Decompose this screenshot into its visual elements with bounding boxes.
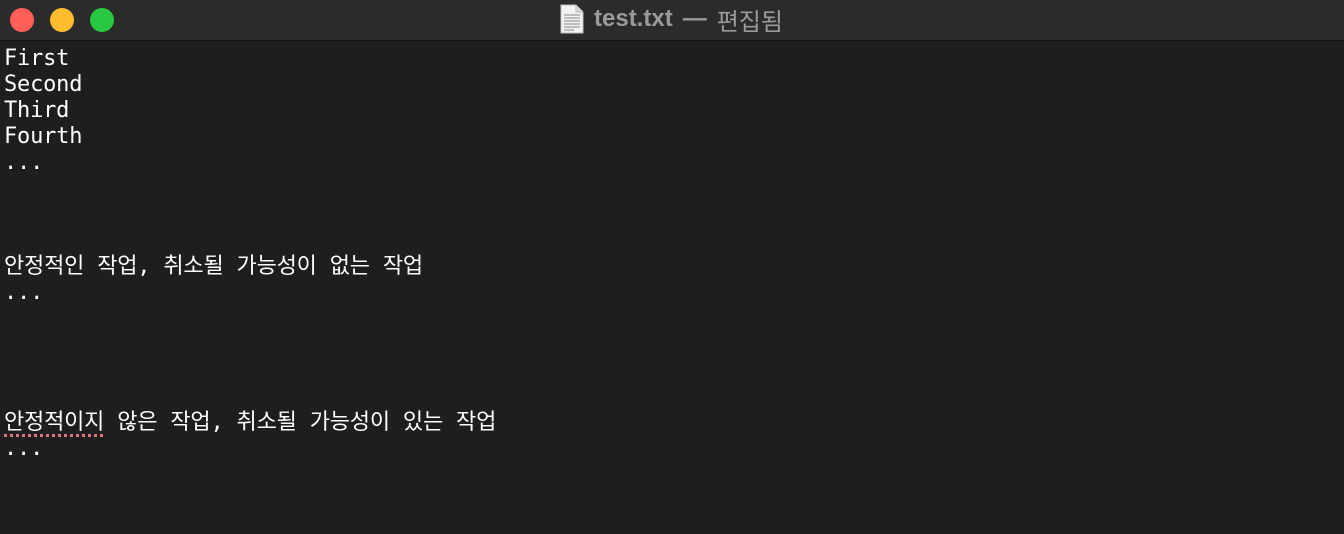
text-line[interactable]: ... <box>4 280 1340 306</box>
text-line[interactable]: Second <box>4 72 1340 98</box>
text-segment: 않은 작업, 취소될 가능성이 있는 작업 <box>104 410 497 435</box>
text-line[interactable] <box>4 358 1340 384</box>
text-line[interactable] <box>4 228 1340 254</box>
misspelled-word: 안정적이지 <box>4 410 105 435</box>
text-line[interactable] <box>4 332 1340 358</box>
window-title: test.txt — 편집됨 <box>560 4 783 36</box>
text-line[interactable]: 안정적이지 않은 작업, 취소될 가능성이 있는 작업 <box>4 410 1340 436</box>
text-line[interactable] <box>4 202 1340 228</box>
zoom-button[interactable] <box>90 8 114 32</box>
text-document-icon[interactable] <box>560 4 584 34</box>
text-editor-area[interactable]: First Second Third Fourth... 안정적인 작업, 취소될 가능… <box>4 46 1340 462</box>
text-line[interactable] <box>4 384 1340 410</box>
title-separator: — <box>682 5 707 32</box>
text-line[interactable]: ... <box>4 436 1340 462</box>
edited-status: 편집됨 <box>716 8 783 36</box>
text-line[interactable]: 안정적인 작업, 취소될 가능성이 없는 작업 <box>4 254 1340 280</box>
document-name: test.txt <box>594 5 673 32</box>
text-line[interactable]: First <box>4 46 1340 72</box>
text-editor-window: test.txt — 편집됨 First Second Third Fourth...… <box>0 0 1344 534</box>
text-line[interactable]: Third <box>4 98 1340 124</box>
text-line[interactable]: Fourth <box>4 124 1340 150</box>
close-button[interactable] <box>10 8 34 32</box>
text-line[interactable]: ... <box>4 150 1340 176</box>
text-line[interactable] <box>4 176 1340 202</box>
minimize-button[interactable] <box>50 8 74 32</box>
title-bar[interactable]: test.txt — 편집됨 <box>0 0 1344 41</box>
text-line[interactable] <box>4 306 1340 332</box>
